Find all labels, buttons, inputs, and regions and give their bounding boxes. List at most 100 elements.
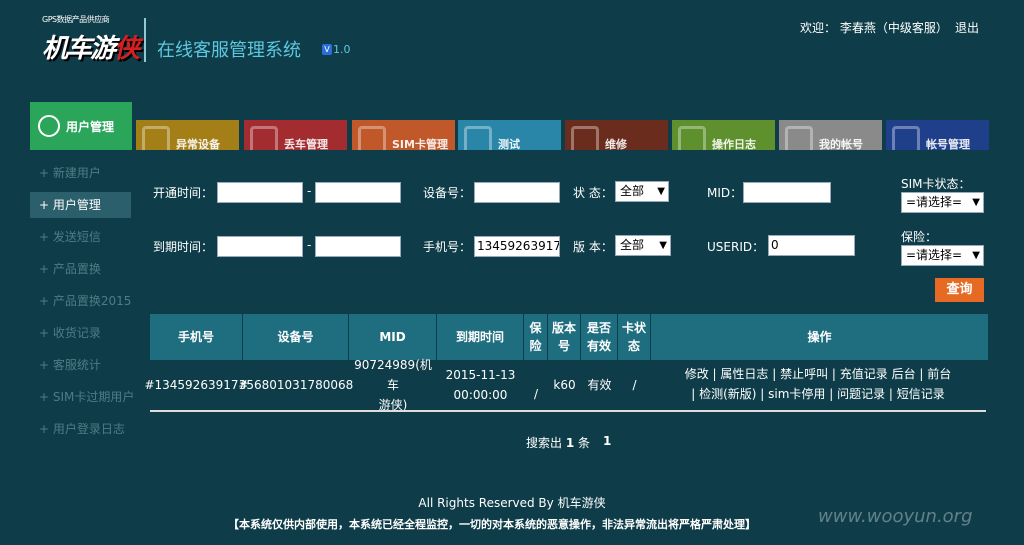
nav-tile-label: 帐号管理	[926, 138, 970, 150]
sim-card-icon	[358, 126, 386, 150]
insurance-select[interactable]: =请选择= ▼	[901, 245, 984, 266]
nav-tile-repair[interactable]: 维修	[565, 120, 668, 150]
version-label: 版 本：	[573, 240, 613, 254]
query-button[interactable]: 查询	[935, 278, 984, 302]
sidebar-item-service-stats[interactable]: + 客服统计	[30, 352, 131, 378]
calendar-icon	[678, 126, 706, 150]
logo-tagline: GPS数据产品供应商	[42, 15, 110, 24]
cross-icon	[571, 126, 599, 150]
wrench-icon	[464, 126, 492, 150]
nav-tile-label: 操作日志	[712, 138, 756, 150]
sidebar-item-send-sms[interactable]: + 发送短信	[30, 224, 131, 250]
header-divider	[144, 18, 146, 62]
cell-expire: 2015-11-13 00:00:00	[445, 368, 516, 402]
sidebar-item-user-management[interactable]: + 用户管理	[30, 192, 131, 218]
chevron-down-icon: ▼	[972, 250, 980, 261]
app-title: 在线客服管理系统	[157, 40, 301, 61]
userid-label: USERID：	[707, 240, 765, 254]
nav-tile-label: 我的帐号	[819, 138, 863, 150]
car-icon	[250, 126, 278, 150]
open-time-dash: -	[307, 184, 312, 198]
device-label: 设备号：	[423, 186, 472, 200]
nav-tile-abnormal-device[interactable]: 异常设备	[136, 120, 239, 150]
nav-tile-label: 异常设备	[176, 138, 220, 150]
status-label: 状 态：	[573, 186, 613, 200]
open-time-label: 开通时间：	[153, 186, 214, 200]
sim-status-label: SIM卡状态：	[901, 177, 971, 191]
user-icon	[38, 115, 60, 137]
footer-notice: 【本系统仅供内部使用，本系统已经全程监控，一切的对本系统的恶意操作，非法异常流出…	[228, 518, 756, 531]
logo: GPS数据产品供应商 机车游侠	[36, 12, 140, 68]
nav-user-management[interactable]: 用户管理	[30, 102, 132, 150]
operations-links-line2[interactable]: | 检测(新版) | sim卡停用 | 问题记录 | 短信记录	[650, 384, 986, 404]
userid-input[interactable]: 0	[768, 235, 855, 256]
nav-tile-label: 测试	[498, 138, 520, 150]
cell-card-status: /	[632, 378, 637, 392]
nav-active-label: 用户管理	[66, 119, 115, 134]
row-divider	[150, 410, 986, 412]
insurance-label: 保险：	[901, 230, 938, 244]
globe-icon	[892, 126, 920, 150]
sidebar-item-product-exchange[interactable]: + 产品置换	[30, 256, 131, 282]
open-time-start-input[interactable]	[217, 182, 303, 203]
cell-insurance: /	[533, 387, 539, 401]
device-input[interactable]	[474, 182, 560, 203]
warning-icon	[142, 126, 170, 150]
nav-tile-label: 维修	[605, 138, 627, 150]
nav-tile-test[interactable]: 测试	[458, 120, 561, 150]
th-phone: 手机号	[150, 314, 243, 360]
logo-text: 机车游侠	[42, 34, 140, 64]
version-text: 1.0	[333, 43, 351, 56]
open-time-end-input[interactable]	[315, 182, 401, 203]
th-mid: MID	[349, 314, 437, 360]
th-device: 设备号	[243, 314, 349, 360]
status-select[interactable]: 全部 ▼	[615, 181, 669, 202]
sidebar-item-product-exchange-2015[interactable]: + 产品置换2015	[30, 288, 131, 314]
mid-label: MID：	[707, 186, 743, 200]
cell-valid: 有效	[587, 378, 612, 392]
chevron-down-icon: ▼	[972, 197, 980, 208]
result-count: 搜索出 1 条	[526, 436, 591, 450]
cell-version: k60	[553, 378, 576, 392]
logout-link[interactable]: 退出	[955, 19, 979, 36]
expire-time-start-input[interactable]	[217, 236, 303, 257]
table-header: 手机号 设备号 MID 到期时间 保险 版本号 是否有效 卡状态 操作	[150, 314, 988, 360]
nav-tile-label: SIM卡管理	[392, 138, 448, 150]
sidebar-item-receipt-records[interactable]: + 收货记录	[30, 320, 131, 346]
nav-tile-operation-log[interactable]: 操作日志	[672, 120, 775, 150]
nav-tile-label: 丢车管理	[284, 138, 328, 150]
phone-label: 手机号：	[423, 240, 472, 254]
th-operations: 操作	[807, 330, 832, 344]
operations-links-line1[interactable]: 修改 | 属性日志 | 禁止呼叫 | 充值记录 后台 | 前台	[650, 364, 986, 384]
version-icon: V	[322, 44, 332, 55]
th-valid: 是否有效	[581, 314, 618, 360]
welcome-text: 欢迎： 李春燕（中级客服）	[800, 21, 948, 35]
expire-time-end-input[interactable]	[315, 236, 401, 257]
sidebar-item-sim-expired-users[interactable]: + SIM卡过期用户	[30, 384, 134, 410]
cell-phone: #13459263917#	[144, 378, 249, 392]
sim-status-select[interactable]: =请选择= ▼	[901, 192, 984, 213]
nav-tile-lost-car[interactable]: 丢车管理	[244, 120, 347, 150]
th-expire: 到期时间	[437, 314, 524, 360]
cell-operations: 修改 | 属性日志 | 禁止呼叫 | 充值记录 后台 | 前台 | 检测(新版)…	[650, 364, 986, 404]
nav-tile-account-management[interactable]: 帐号管理	[886, 120, 989, 150]
page-number[interactable]: 1	[603, 434, 611, 448]
nav-tile-sim-card[interactable]: SIM卡管理	[352, 120, 455, 150]
nav-tile-my-account[interactable]: 我的帐号	[779, 120, 882, 150]
expire-time-dash: -	[307, 238, 312, 252]
expire-time-label: 到期时间：	[153, 240, 214, 254]
cell-mid: 90724989(机车 游侠)	[354, 358, 432, 412]
chevron-down-icon: ▼	[657, 186, 665, 197]
profile-icon	[785, 126, 813, 150]
th-version: 版本号	[548, 314, 581, 360]
mid-input[interactable]	[743, 182, 831, 203]
sidebar-item-user-login-log[interactable]: + 用户登录日志	[30, 416, 131, 442]
phone-input[interactable]: 13459263917	[474, 236, 560, 257]
th-insurance: 保险	[524, 314, 548, 360]
watermark: www.wooyun.org	[818, 506, 973, 527]
cell-device: 356801031780068	[238, 378, 354, 392]
chevron-down-icon: ▼	[659, 240, 667, 251]
th-card-status: 卡状态	[618, 314, 651, 360]
version-select[interactable]: 全部 ▼	[615, 235, 671, 256]
sidebar-item-new-user[interactable]: + 新建用户	[30, 160, 131, 186]
